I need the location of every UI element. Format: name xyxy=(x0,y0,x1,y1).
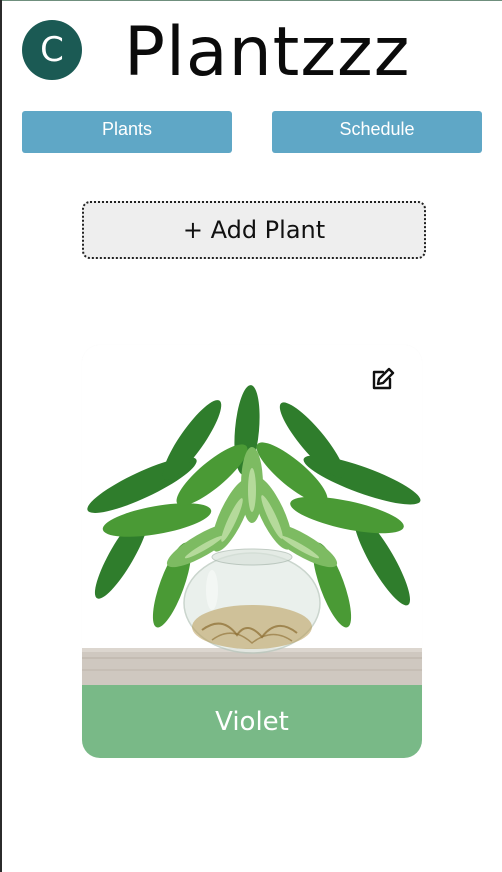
window-top-border xyxy=(0,0,502,1)
add-plant-button[interactable]: + Add Plant xyxy=(82,201,426,259)
window-left-border xyxy=(0,0,2,872)
plant-image xyxy=(82,345,422,685)
plant-card[interactable]: Violet xyxy=(82,345,422,758)
plants-button[interactable]: Plants xyxy=(22,111,232,153)
edit-icon[interactable] xyxy=(369,365,397,393)
avatar[interactable]: C xyxy=(22,20,82,80)
schedule-button[interactable]: Schedule xyxy=(272,111,482,153)
app-title: Plantzzz xyxy=(124,13,411,92)
avatar-letter: C xyxy=(40,30,64,70)
plant-name: Violet xyxy=(82,685,422,758)
